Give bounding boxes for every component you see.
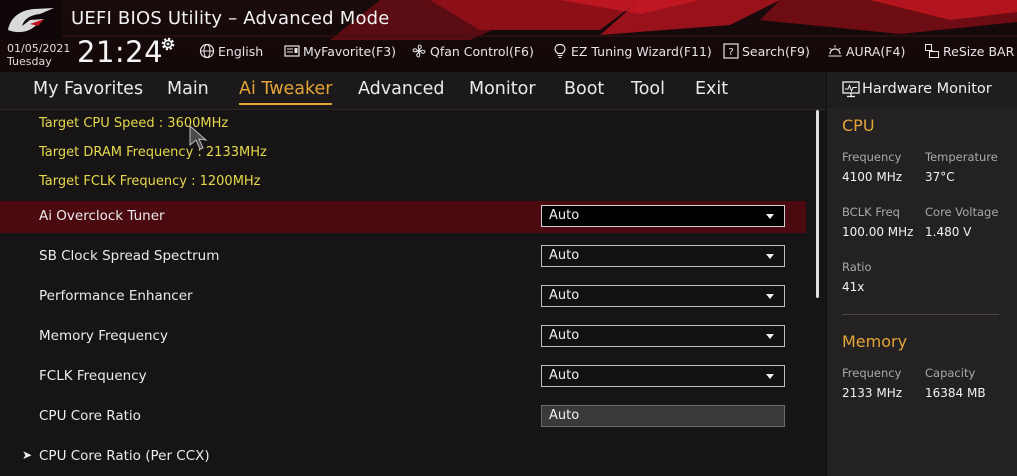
scrollbar[interactable] bbox=[816, 110, 819, 298]
date-display: 01/05/2021 Tuesday bbox=[7, 42, 70, 68]
submenu-label: CPU Core Ratio (Per CCX) bbox=[39, 448, 210, 464]
language-button[interactable]: English bbox=[199, 43, 263, 59]
submenu-cpu-core-ratio-per-ccx[interactable]: ➤ CPU Core Ratio (Per CCX) bbox=[0, 441, 806, 473]
tab-advanced[interactable]: Advanced bbox=[358, 79, 444, 99]
myfavorite-label: MyFavorite(F3) bbox=[303, 43, 397, 59]
setting-label: Ai Overclock Tuner bbox=[39, 208, 165, 224]
svg-text:?: ? bbox=[728, 47, 733, 58]
memory-capacity-label: Capacity bbox=[925, 366, 976, 380]
setting-sb-clock-spread-spectrum[interactable]: SB Clock Spread Spectrum Auto bbox=[0, 241, 806, 273]
search-icon: ? bbox=[723, 43, 739, 59]
tab-my-favorites[interactable]: My Favorites bbox=[33, 79, 143, 99]
submenu-arrow-icon: ➤ bbox=[22, 448, 33, 462]
setting-label: Memory Frequency bbox=[39, 328, 168, 344]
favorite-icon bbox=[284, 45, 300, 57]
mouse-cursor-icon bbox=[189, 124, 208, 150]
hardware-monitor-panel: Hardware Monitor CPU Frequency Temperatu… bbox=[826, 72, 1017, 476]
globe-icon bbox=[199, 43, 215, 59]
setting-label: CPU Core Ratio bbox=[39, 408, 141, 424]
tab-boot[interactable]: Boot bbox=[564, 79, 604, 99]
dropdown-value: Auto bbox=[549, 368, 580, 383]
gear-icon[interactable] bbox=[160, 36, 176, 52]
setting-ai-overclock-tuner[interactable]: Ai Overclock Tuner Auto bbox=[0, 201, 806, 233]
aura-label: AURA(F4) bbox=[846, 43, 906, 59]
lightbulb-icon bbox=[554, 43, 566, 58]
aura-icon bbox=[828, 45, 842, 57]
ez-tuning-wizard-button[interactable]: EZ Tuning Wizard(F11) bbox=[552, 43, 712, 59]
date-text: 01/05/2021 bbox=[7, 42, 71, 55]
main-menu-bar: My Favorites Main Ai Tweaker Advanced Mo… bbox=[0, 72, 826, 110]
setting-fclk-frequency[interactable]: FCLK Frequency Auto bbox=[0, 361, 806, 393]
memory-capacity-value: 16384 MB bbox=[925, 386, 986, 400]
divider bbox=[842, 314, 999, 315]
chevron-down-icon bbox=[766, 254, 774, 259]
search-label: Search(F9) bbox=[742, 43, 810, 59]
app-title: UEFI BIOS Utility – Advanced Mode bbox=[71, 8, 390, 29]
input-value: Auto bbox=[549, 408, 580, 423]
dropdown-value: Auto bbox=[549, 288, 580, 303]
setting-label: SB Clock Spread Spectrum bbox=[39, 248, 220, 264]
dropdown-value: Auto bbox=[549, 208, 580, 223]
bclk-freq-value: 100.00 MHz bbox=[842, 225, 914, 239]
ratio-value: 41x bbox=[842, 280, 865, 294]
clock: 21:24 bbox=[77, 35, 164, 69]
target-fclk-frequency: Target FCLK Frequency : 1200MHz bbox=[39, 174, 261, 189]
dropdown-value: Auto bbox=[549, 328, 580, 343]
setting-memory-frequency[interactable]: Memory Frequency Auto bbox=[0, 321, 806, 353]
tab-ai-tweaker[interactable]: Ai Tweaker bbox=[239, 79, 333, 105]
chevron-down-icon bbox=[766, 334, 774, 339]
rog-logo bbox=[0, 0, 62, 40]
tab-exit[interactable]: Exit bbox=[695, 79, 728, 99]
tab-monitor[interactable]: Monitor bbox=[469, 79, 536, 99]
ez-tuning-wizard-label: EZ Tuning Wizard(F11) bbox=[571, 43, 712, 59]
ai-overclock-tuner-dropdown[interactable]: Auto bbox=[541, 205, 785, 227]
cpu-frequency-label: Frequency bbox=[842, 150, 902, 164]
cpu-temperature-label: Temperature bbox=[925, 150, 998, 164]
hardware-monitor-title: Hardware Monitor bbox=[862, 81, 992, 97]
aura-button[interactable]: AURA(F4) bbox=[827, 43, 905, 59]
chevron-down-icon bbox=[766, 374, 774, 379]
cpu-temperature-value: 37°C bbox=[925, 170, 955, 184]
performance-enhancer-dropdown[interactable]: Auto bbox=[541, 285, 785, 307]
memory-frequency-value: 2133 MHz bbox=[842, 386, 903, 400]
setting-label: FCLK Frequency bbox=[39, 368, 147, 384]
tab-main[interactable]: Main bbox=[167, 79, 209, 99]
memory-section-heading: Memory bbox=[842, 332, 908, 351]
cpu-section-heading: CPU bbox=[842, 116, 875, 135]
cpu-core-ratio-input[interactable]: Auto bbox=[541, 405, 785, 427]
fan-icon bbox=[412, 44, 426, 58]
fclk-frequency-dropdown[interactable]: Auto bbox=[541, 365, 785, 387]
day-text: Tuesday bbox=[7, 55, 52, 68]
qfan-control-button[interactable]: Qfan Control(F6) bbox=[411, 43, 534, 59]
core-voltage-value: 1.480 V bbox=[925, 225, 972, 239]
resize-bar-icon bbox=[925, 44, 939, 58]
qfan-control-label: Qfan Control(F6) bbox=[430, 43, 534, 59]
setting-label: Performance Enhancer bbox=[39, 288, 193, 304]
hardware-monitor-header: Hardware Monitor bbox=[827, 72, 1017, 108]
cpu-frequency-value: 4100 MHz bbox=[842, 170, 903, 184]
target-dram-frequency: Target DRAM Frequency : 2133MHz bbox=[39, 145, 267, 160]
ratio-label: Ratio bbox=[842, 260, 872, 274]
settings-panel: Target CPU Speed : 3600MHz Target DRAM F… bbox=[0, 110, 826, 476]
dropdown-value: Auto bbox=[549, 248, 580, 263]
tab-tool[interactable]: Tool bbox=[631, 79, 665, 99]
resize-bar-label: ReSize BAR bbox=[943, 43, 1015, 59]
memory-frequency-dropdown[interactable]: Auto bbox=[541, 325, 785, 347]
monitor-icon bbox=[842, 81, 860, 98]
language-label: English bbox=[218, 43, 264, 59]
chevron-down-icon bbox=[766, 294, 774, 299]
myfavorite-button[interactable]: MyFavorite(F3) bbox=[284, 43, 396, 59]
resize-bar-button[interactable]: ReSize BAR bbox=[924, 43, 1014, 59]
chevron-down-icon bbox=[766, 214, 774, 219]
sb-clock-spread-spectrum-dropdown[interactable]: Auto bbox=[541, 245, 785, 267]
setting-cpu-core-ratio[interactable]: CPU Core Ratio Auto bbox=[0, 401, 806, 433]
setting-performance-enhancer[interactable]: Performance Enhancer Auto bbox=[0, 281, 806, 313]
search-button[interactable]: ? Search(F9) bbox=[723, 43, 810, 59]
header-bar: UEFI BIOS Utility – Advanced Mode 01/05/… bbox=[0, 0, 1017, 72]
memory-frequency-label: Frequency bbox=[842, 366, 902, 380]
bclk-freq-label: BCLK Freq bbox=[842, 205, 900, 219]
core-voltage-label: Core Voltage bbox=[925, 205, 999, 219]
